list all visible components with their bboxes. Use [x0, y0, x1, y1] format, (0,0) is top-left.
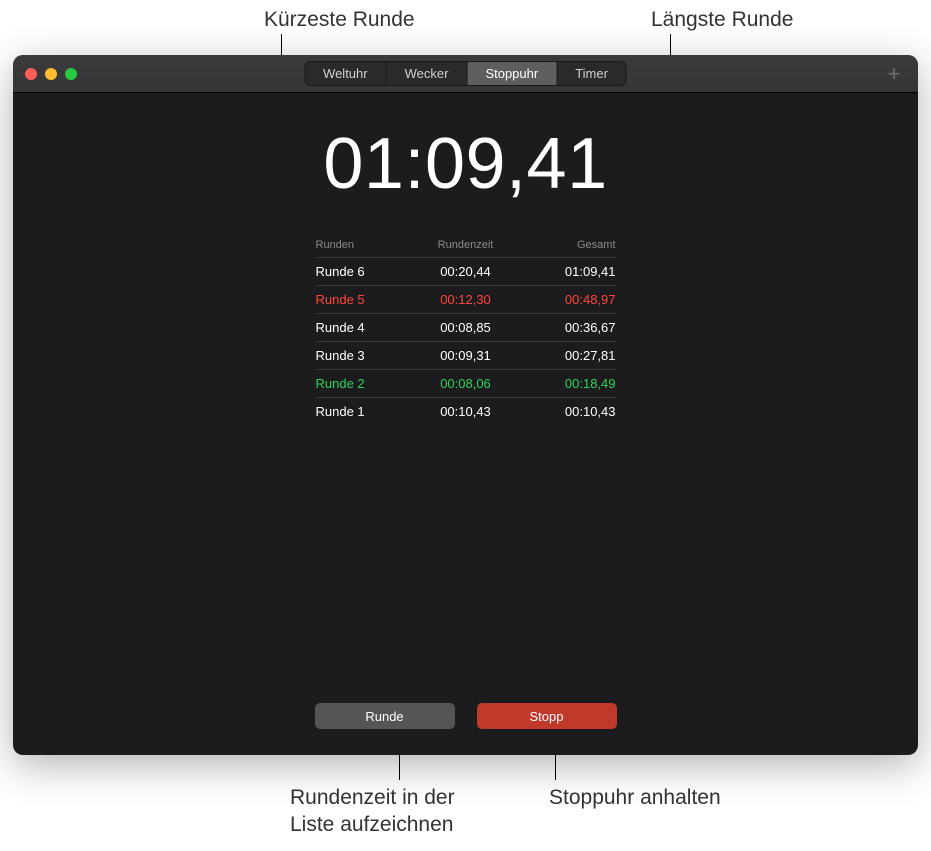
- lap-total: 00:27,81: [516, 348, 616, 363]
- traffic-lights: [25, 68, 77, 80]
- maximize-icon[interactable]: [65, 68, 77, 80]
- lap-row: Runde 600:20,4401:09,41: [316, 257, 616, 285]
- lap-time: 00:10,43: [416, 404, 516, 419]
- lap-total: 01:09,41: [516, 264, 616, 279]
- add-button[interactable]: +: [882, 61, 906, 87]
- close-icon[interactable]: [25, 68, 37, 80]
- lap-table: Runden Rundenzeit Gesamt Runde 600:20,44…: [316, 239, 616, 425]
- callout-longest: Längste Runde: [651, 6, 793, 33]
- tab-world-clock[interactable]: Weltuhr: [305, 62, 387, 85]
- tab-timer[interactable]: Timer: [557, 62, 626, 85]
- lap-row: Runde 500:12,3000:48,97: [316, 285, 616, 313]
- header-total: Gesamt: [516, 239, 616, 251]
- lap-row: Runde 400:08,8500:36,67: [316, 313, 616, 341]
- header-lap: Runden: [316, 239, 416, 251]
- timer-display: 01:09,41: [323, 123, 607, 205]
- lap-label: Runde 2: [316, 376, 416, 391]
- tab-alarm[interactable]: Wecker: [387, 62, 468, 85]
- lap-button[interactable]: Runde: [315, 703, 455, 729]
- callout-shortest: Kürzeste Runde: [264, 6, 415, 33]
- lap-table-header: Runden Rundenzeit Gesamt: [316, 239, 616, 257]
- callout-lap-record: Rundenzeit in der Liste aufzeichnen: [290, 784, 455, 839]
- tab-bar: Weltuhr Wecker Stoppuhr Timer: [304, 61, 627, 86]
- lap-row: Runde 100:10,4300:10,43: [316, 397, 616, 425]
- lap-total: 00:18,49: [516, 376, 616, 391]
- lap-total: 00:36,67: [516, 320, 616, 335]
- lap-total: 00:10,43: [516, 404, 616, 419]
- lap-total: 00:48,97: [516, 292, 616, 307]
- titlebar: Weltuhr Wecker Stoppuhr Timer +: [13, 55, 918, 93]
- stopwatch-content: 01:09,41 Runden Rundenzeit Gesamt Runde …: [13, 93, 918, 755]
- button-row: Runde Stopp: [315, 703, 617, 729]
- lap-row: Runde 200:08,0600:18,49: [316, 369, 616, 397]
- header-time: Rundenzeit: [416, 239, 516, 251]
- callout-stop: Stoppuhr anhalten: [549, 784, 721, 811]
- lap-label: Runde 4: [316, 320, 416, 335]
- lap-label: Runde 6: [316, 264, 416, 279]
- lap-time: 00:08,85: [416, 320, 516, 335]
- lap-label: Runde 1: [316, 404, 416, 419]
- lap-time: 00:20,44: [416, 264, 516, 279]
- lap-time: 00:08,06: [416, 376, 516, 391]
- lap-label: Runde 3: [316, 348, 416, 363]
- clock-app-window: Weltuhr Wecker Stoppuhr Timer + 01:09,41…: [13, 55, 918, 755]
- lap-time: 00:12,30: [416, 292, 516, 307]
- stop-button[interactable]: Stopp: [477, 703, 617, 729]
- lap-time: 00:09,31: [416, 348, 516, 363]
- lap-label: Runde 5: [316, 292, 416, 307]
- lap-row: Runde 300:09,3100:27,81: [316, 341, 616, 369]
- minimize-icon[interactable]: [45, 68, 57, 80]
- tab-stopwatch[interactable]: Stoppuhr: [467, 62, 557, 85]
